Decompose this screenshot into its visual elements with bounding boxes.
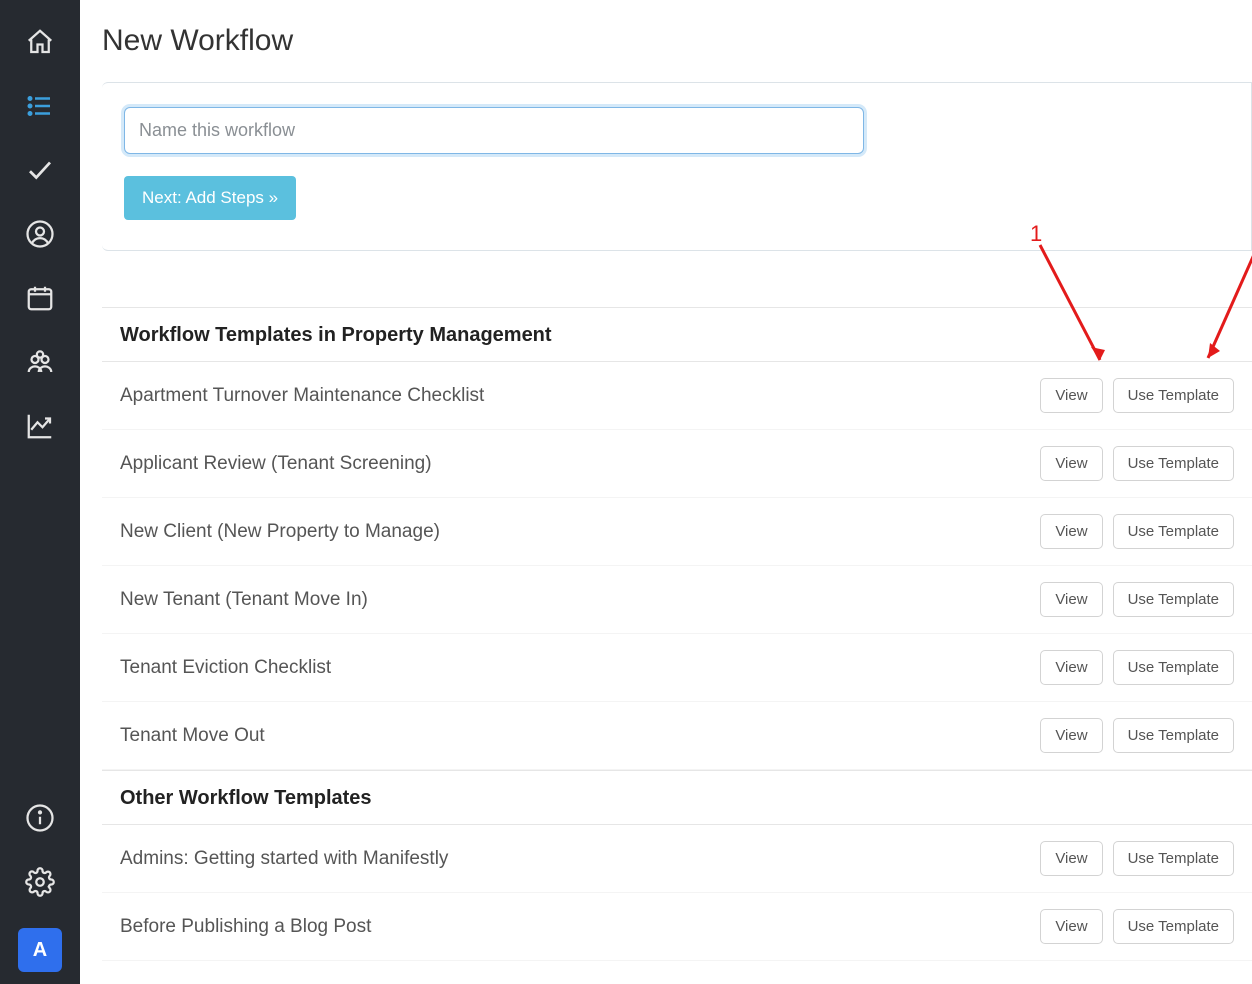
main-content: New Workflow Next: Add Steps » Workflow …	[80, 0, 1252, 984]
chart-icon	[25, 411, 55, 441]
user-icon	[25, 219, 55, 249]
sidebar-item-home[interactable]	[8, 10, 72, 74]
use-template-button[interactable]: Use Template	[1113, 718, 1234, 753]
sidebar-item-profile[interactable]	[8, 202, 72, 266]
sidebar-item-calendar[interactable]	[8, 266, 72, 330]
template-row: Before Publishing a Blog Post View Use Tem…	[102, 893, 1252, 961]
sidebar-item-team[interactable]	[8, 330, 72, 394]
template-row: New Tenant (Tenant Move In) View Use Templ…	[102, 566, 1252, 634]
sidebar: A	[0, 0, 80, 984]
template-name: Applicant Review (Tenant Screening)	[120, 453, 1030, 475]
sidebar-item-workflows[interactable]	[8, 74, 72, 138]
next-add-steps-button[interactable]: Next: Add Steps »	[124, 176, 296, 220]
info-icon	[25, 803, 55, 833]
template-name: New Client (New Property to Manage)	[120, 521, 1030, 543]
template-row: New Client (New Property to Manage) View U…	[102, 498, 1252, 566]
template-name: Before Publishing a Blog Post	[120, 916, 1030, 938]
sidebar-item-reports[interactable]	[8, 394, 72, 458]
view-button[interactable]: View	[1040, 841, 1102, 876]
view-button[interactable]: View	[1040, 718, 1102, 753]
sidebar-item-tasks[interactable]	[8, 138, 72, 202]
people-icon	[25, 347, 55, 377]
template-name: Apartment Turnover Maintenance Checklist	[120, 385, 1030, 407]
page-title: New Workflow	[102, 24, 1252, 58]
home-icon	[25, 27, 55, 57]
view-button[interactable]: View	[1040, 378, 1102, 413]
use-template-button[interactable]: Use Template	[1113, 582, 1234, 617]
check-icon	[25, 155, 55, 185]
use-template-button[interactable]: Use Template	[1113, 909, 1234, 944]
template-name: Tenant Eviction Checklist	[120, 657, 1030, 679]
templates-section-header: Workflow Templates in Property Managemen…	[102, 308, 1252, 362]
list-icon	[25, 91, 55, 121]
sidebar-item-info[interactable]	[8, 786, 72, 850]
use-template-button[interactable]: Use Template	[1113, 378, 1234, 413]
view-button[interactable]: View	[1040, 650, 1102, 685]
templates-section: Workflow Templates in Property Managemen…	[102, 307, 1252, 961]
template-row: Tenant Move Out View Use Template	[102, 702, 1252, 770]
template-name: Admins: Getting started with Manifestly	[120, 848, 1030, 870]
calendar-icon	[25, 283, 55, 313]
settings-icon	[25, 867, 55, 897]
workflow-name-input[interactable]	[124, 107, 864, 154]
template-row: Apartment Turnover Maintenance Checklist…	[102, 362, 1252, 430]
use-template-button[interactable]: Use Template	[1113, 650, 1234, 685]
use-template-button[interactable]: Use Template	[1113, 446, 1234, 481]
template-row: Tenant Eviction Checklist View Use Templat…	[102, 634, 1252, 702]
avatar[interactable]: A	[18, 928, 62, 972]
view-button[interactable]: View	[1040, 446, 1102, 481]
view-button[interactable]: View	[1040, 514, 1102, 549]
use-template-button[interactable]: Use Template	[1113, 514, 1234, 549]
template-name: Tenant Move Out	[120, 725, 1030, 747]
use-template-button[interactable]: Use Template	[1113, 841, 1234, 876]
template-row: Applicant Review (Tenant Screening) View U…	[102, 430, 1252, 498]
view-button[interactable]: View	[1040, 909, 1102, 944]
view-button[interactable]: View	[1040, 582, 1102, 617]
template-row: Admins: Getting started with Manifestly V…	[102, 825, 1252, 893]
sidebar-item-settings[interactable]	[8, 850, 72, 914]
templates-section-header: Other Workflow Templates	[102, 770, 1252, 825]
new-workflow-card: Next: Add Steps »	[102, 82, 1252, 251]
template-name: New Tenant (Tenant Move In)	[120, 589, 1030, 611]
